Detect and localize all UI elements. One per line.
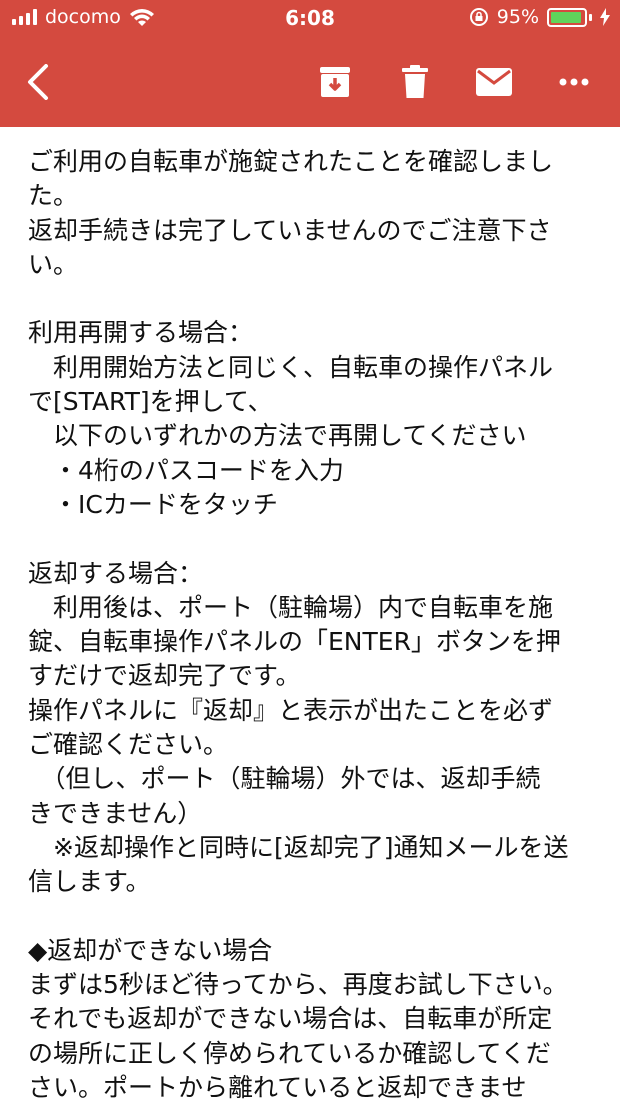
- charging-bolt-icon: [600, 8, 610, 26]
- back-button[interactable]: [10, 54, 66, 110]
- battery-percent: 95%: [496, 6, 539, 28]
- battery-level-fill: [551, 11, 582, 23]
- email-body-line: で[START]を押して、: [28, 387, 273, 417]
- email-body-line: 利用後は、ポート（駐輪場）内で自転車を施: [28, 592, 554, 622]
- email-body-line: まずは5秒ほど待ってから、再度お試し下さい。: [28, 970, 568, 1000]
- email-body-line: 返却手続きは完了していませんのでご注意下さ: [28, 215, 552, 245]
- email-body-line: ・4桁のパスコードを入力: [28, 455, 344, 485]
- battery-icon: [547, 7, 592, 27]
- email-body-line: すだけで返却完了です。: [28, 661, 301, 691]
- status-right: 95%: [469, 6, 610, 28]
- trash-icon: [402, 65, 428, 98]
- email-body-line: きできません）: [28, 798, 203, 828]
- email-body-line: 以下のいずれかの方法で再開してください: [28, 421, 527, 451]
- email-body-line: い。: [28, 249, 79, 279]
- toolbar: [0, 36, 620, 127]
- email-body: ご利用の自転車が施錠されたことを確認しまし た。返却手続きは完了していませんのでご…: [28, 145, 608, 1103]
- email-body-line: ご利用の自転車が施錠されたことを確認しまし: [28, 147, 554, 176]
- email-body-line: 返却する場合：: [28, 558, 204, 588]
- email-body-line: の場所に正しく停められているか確認してくだ: [28, 1038, 551, 1068]
- email-body-line: た。: [28, 181, 79, 211]
- email-body-line: 錠、自転車操作パネルの「ENTER」ボタンを押: [28, 627, 561, 657]
- status-bar: docomo 6:08 95%: [0, 0, 620, 36]
- email-body-line: ◆返却ができない場合: [28, 935, 273, 965]
- email-body-line: ・ICカードをタッチ: [28, 489, 278, 519]
- email-body-line: [28, 900, 608, 934]
- email-body-line: （但し、ポート（駐輪場）外では、返却手続: [28, 764, 541, 794]
- mail-icon: [476, 68, 512, 96]
- email-body-line: 利用再開する場合：: [28, 318, 254, 348]
- email-body-line: 利用開始方法と同じく、自転車の操作パネル: [28, 352, 554, 382]
- email-body-line: 信します。: [28, 867, 151, 897]
- email-body-line: さい。ポートから離れていると返却できませ: [28, 1073, 527, 1103]
- mark-unread-button[interactable]: [466, 54, 522, 110]
- more-icon: [559, 78, 589, 86]
- more-button[interactable]: [546, 54, 602, 110]
- rotation-lock-icon: [469, 8, 488, 26]
- email-body-line: 操作パネルに『返却』と表示が出たことを必ず: [28, 695, 554, 725]
- app-header: docomo 6:08 95%: [0, 0, 620, 127]
- email-body-line: [28, 282, 608, 316]
- archive-button[interactable]: [307, 54, 363, 110]
- back-arrow-icon: [28, 64, 48, 100]
- delete-button[interactable]: [387, 54, 443, 110]
- email-body-line: [28, 522, 608, 556]
- email-body-line: ご確認ください。: [28, 730, 229, 760]
- email-body-line: それでも返却ができない場合は、自転車が所定: [28, 1004, 553, 1034]
- archive-icon: [320, 67, 350, 97]
- email-body-line: ※返却操作と同時に[返却完了]通知メールを送: [28, 832, 569, 862]
